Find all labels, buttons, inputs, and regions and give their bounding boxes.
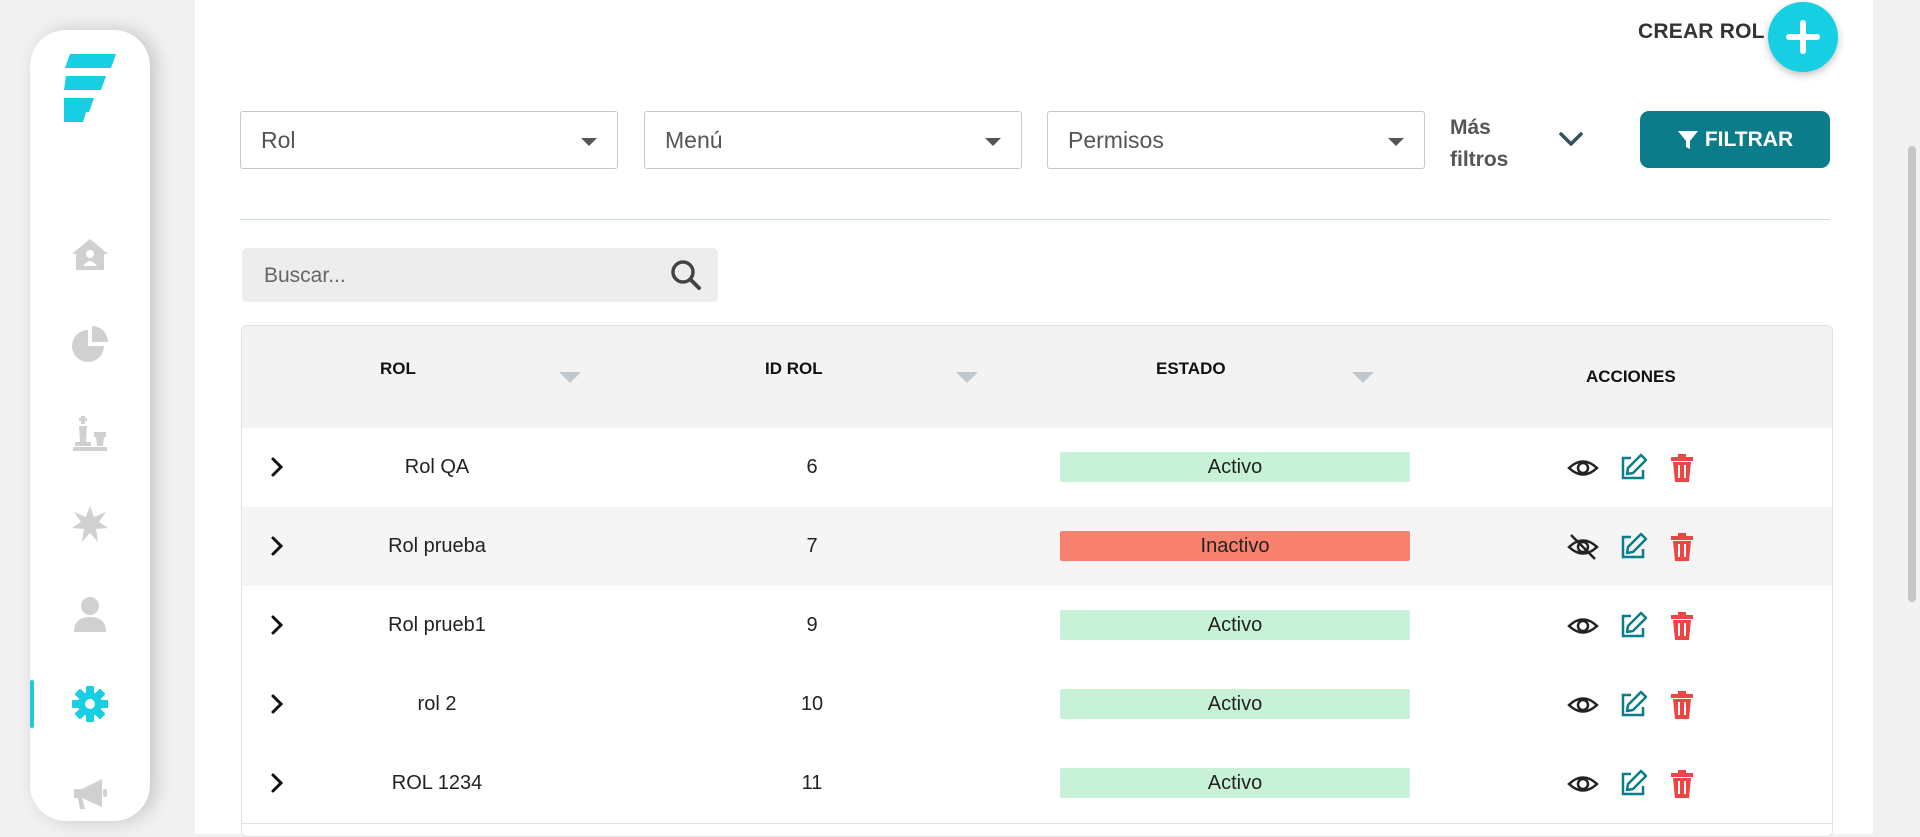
trash-icon[interactable]	[1666, 610, 1698, 642]
settings-icon	[72, 686, 108, 722]
burst-icon	[72, 506, 108, 542]
trash-icon[interactable]	[1666, 452, 1698, 484]
cell-id: 10	[800, 693, 824, 715]
permisos-select-label: Permisos	[1068, 126, 1164, 153]
home-icon	[72, 239, 108, 270]
chevron-right-icon[interactable]	[262, 452, 292, 482]
cell-id: 11	[801, 772, 823, 794]
caret-down-icon	[1388, 138, 1404, 146]
caret-down-icon	[581, 138, 597, 146]
table-row: Rol prueb1 9 Activo	[242, 586, 1832, 666]
chevron-right-icon[interactable]	[262, 610, 292, 640]
create-role-button[interactable]	[1768, 2, 1838, 72]
status-badge: Inactivo	[1060, 531, 1410, 561]
sidebar-item-burst[interactable]	[30, 494, 150, 554]
filter-button[interactable]: FILTRAR	[1640, 111, 1830, 168]
rol-select-label: Rol	[261, 126, 296, 153]
column-rol: ROL	[380, 359, 416, 378]
search-input[interactable]	[262, 248, 656, 304]
sidebar-item-settings[interactable]	[30, 674, 150, 734]
more-filters-label[interactable]: Más filtros	[1450, 112, 1508, 176]
caret-down-icon	[985, 138, 1001, 146]
status-badge: Activo	[1060, 452, 1410, 482]
cell-rol: Rol prueba	[388, 535, 486, 557]
chevron-right-icon[interactable]	[262, 689, 292, 719]
chevron-right-icon[interactable]	[262, 531, 292, 561]
status-badge: Activo	[1060, 689, 1410, 719]
more-filters-line2: filtros	[1450, 148, 1509, 171]
status-badge: Activo	[1060, 610, 1410, 640]
cell-rol: Rol prueb1	[388, 614, 486, 636]
edit-icon[interactable]	[1617, 610, 1649, 642]
chess-icon	[73, 416, 107, 451]
edit-icon[interactable]	[1617, 768, 1649, 800]
cell-rol: ROL 1234	[391, 772, 483, 794]
logo-icon	[64, 54, 116, 122]
search-box	[242, 248, 718, 304]
roles-table: ROL ID ROL ESTADO ACCIONES Rol QA 6 Acti…	[241, 325, 1833, 837]
cell-rol: rol 2	[417, 693, 457, 715]
create-role-label: CREAR ROL	[1638, 20, 1765, 43]
column-estado: ESTADO	[1156, 359, 1226, 378]
filter-button-label: FILTRAR	[1704, 127, 1794, 151]
table-header: ROL ID ROL ESTADO ACCIONES	[242, 326, 1832, 429]
eye-icon[interactable]	[1567, 452, 1599, 484]
scrollbar[interactable]	[1908, 146, 1916, 602]
trash-icon[interactable]	[1666, 531, 1698, 563]
eye-icon[interactable]	[1567, 610, 1599, 642]
column-id-rol: ID ROL	[765, 359, 823, 378]
permisos-select[interactable]: Permisos	[1047, 111, 1425, 169]
pie-chart-icon	[72, 326, 108, 362]
cell-id: 9	[806, 614, 818, 636]
column-acciones: ACCIONES	[1586, 367, 1676, 386]
chevron-down-icon[interactable]	[1556, 124, 1586, 154]
table-row: ROL 1234 11 Activo	[242, 744, 1832, 824]
edit-icon[interactable]	[1617, 452, 1649, 484]
sidebar-item-strategy[interactable]	[30, 404, 150, 464]
edit-icon[interactable]	[1617, 689, 1649, 721]
menu-select[interactable]: Menú	[644, 111, 1022, 169]
eye-slash-icon[interactable]	[1567, 531, 1599, 563]
eye-icon[interactable]	[1567, 768, 1599, 800]
sidebar-item-users[interactable]	[30, 584, 150, 644]
plus-icon	[1786, 20, 1820, 54]
sort-caret-icon[interactable]	[956, 372, 978, 383]
status-badge: Activo	[1060, 768, 1410, 798]
sidebar-item-home[interactable]	[30, 224, 150, 284]
trash-icon[interactable]	[1666, 689, 1698, 721]
more-filters-line1: Más	[1450, 116, 1491, 139]
eye-icon[interactable]	[1567, 689, 1599, 721]
filter-icon	[1677, 130, 1698, 149]
sort-caret-icon[interactable]	[559, 372, 581, 383]
search-icon[interactable]	[670, 259, 702, 291]
table-row: rol 2 10 Activo	[242, 665, 1832, 745]
edit-icon[interactable]	[1617, 531, 1649, 563]
sidebar-item-campaigns[interactable]	[30, 764, 150, 824]
megaphone-icon	[74, 779, 107, 809]
menu-select-label: Menú	[665, 126, 723, 153]
cell-id: 6	[806, 456, 818, 478]
rol-select[interactable]: Rol	[240, 111, 618, 169]
sort-caret-icon[interactable]	[1352, 372, 1374, 383]
sidebar	[30, 30, 150, 821]
sidebar-item-reports[interactable]	[30, 314, 150, 374]
table-row: Rol QA 6 Activo	[242, 428, 1832, 508]
cell-rol: Rol QA	[404, 456, 470, 478]
cell-id: 7	[806, 535, 818, 557]
trash-icon[interactable]	[1666, 768, 1698, 800]
table-row: Rol prueba 7 Inactivo	[242, 507, 1832, 587]
divider	[240, 219, 1830, 220]
chevron-right-icon[interactable]	[262, 768, 292, 798]
user-icon	[74, 597, 106, 632]
